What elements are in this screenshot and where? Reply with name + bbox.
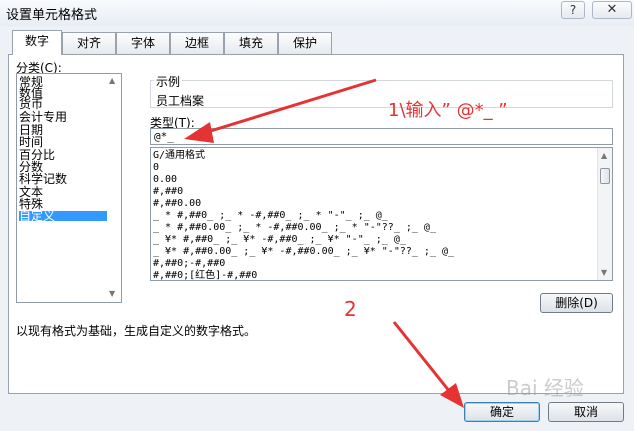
format-item[interactable]: G/通用格式 xyxy=(153,150,205,161)
category-item[interactable]: 日期 xyxy=(19,124,119,136)
scroll-down-icon[interactable]: ▼ xyxy=(109,289,115,298)
category-item[interactable]: 文本 xyxy=(19,186,119,198)
format-item[interactable]: #,##0;-#,##0 xyxy=(153,258,225,269)
format-item[interactable]: #,##0;[红色]-#,##0 xyxy=(153,270,257,280)
category-item[interactable]: 货币 xyxy=(19,98,119,110)
close-button[interactable]: ✕ xyxy=(592,1,632,19)
ok-button[interactable]: 确定 xyxy=(464,402,540,422)
delete-button[interactable]: 删除(D) xyxy=(540,293,613,313)
scroll-down-icon[interactable]: ▼ xyxy=(601,268,607,277)
tab-fill[interactable]: 填充 xyxy=(224,32,278,54)
sample-value: 员工档案 xyxy=(156,94,205,108)
tab-number[interactable]: 数字 xyxy=(12,30,62,55)
category-item[interactable]: 百分比 xyxy=(19,149,119,161)
category-item[interactable]: 分数 xyxy=(19,161,119,173)
format-item[interactable]: _ * #,##0_ ;_ * -#,##0_ ;_ * "-"_ ;_ @_ xyxy=(153,210,388,221)
window-title: 设置单元格格式 xyxy=(6,8,98,23)
annotation-step-1: 1\输入” @*_ ” xyxy=(388,100,508,121)
watermark: Bai 经验 xyxy=(506,376,584,400)
format-item[interactable]: _ ¥* #,##0.00_ ;_ ¥* -#,##0.00_ ;_ ¥* "-… xyxy=(153,246,454,257)
category-item[interactable]: 时间 xyxy=(19,136,119,148)
type-input[interactable]: @*_ xyxy=(150,128,613,145)
sample-box xyxy=(150,80,613,108)
category-item[interactable]: 科学记数 xyxy=(19,173,119,185)
category-item[interactable]: 特殊 xyxy=(19,198,119,210)
category-item-selected[interactable]: 自定义 xyxy=(19,210,119,222)
format-item[interactable]: 0 xyxy=(153,162,159,173)
tab-border[interactable]: 边框 xyxy=(170,32,224,54)
category-item[interactable]: 会计专用 xyxy=(19,111,119,123)
category-list[interactable]: 常规 数值 货币 会计专用 日期 时间 百分比 分数 科学记数 文本 特殊 自定… xyxy=(16,73,122,303)
format-item[interactable]: _ ¥* #,##0_ ;_ ¥* -#,##0_ ;_ ¥* "-"_ ;_ … xyxy=(153,234,406,245)
tab-protection[interactable]: 保护 xyxy=(278,32,332,54)
sample-label: 示例 xyxy=(154,73,183,90)
tab-alignment[interactable]: 对齐 xyxy=(62,32,116,54)
annotation-step-2: 2 xyxy=(344,297,357,321)
scroll-up-icon[interactable]: ▲ xyxy=(109,76,115,85)
category-scrollbar[interactable]: ▲ ▼ xyxy=(107,74,121,302)
format-item[interactable]: _ * #,##0.00_ ;_ * -#,##0.00_ ;_ * "-"??… xyxy=(153,222,436,233)
format-item[interactable]: #,##0 xyxy=(153,186,183,197)
scroll-up-icon[interactable]: ▲ xyxy=(601,151,607,160)
scrollbar-thumb[interactable] xyxy=(600,168,610,184)
description-text: 以现有格式为基础，生成自定义的数字格式。 xyxy=(16,324,257,338)
format-scrollbar[interactable]: ▲ ▼ xyxy=(597,148,612,280)
format-item[interactable]: 0.00 xyxy=(153,174,177,185)
help-button[interactable]: ? xyxy=(561,1,585,19)
tab-font[interactable]: 字体 xyxy=(116,32,170,54)
format-list[interactable]: G/通用格式 0 0.00 #,##0 #,##0.00 _ * #,##0_ … xyxy=(150,147,613,281)
cancel-button[interactable]: 取消 xyxy=(548,402,624,422)
format-item[interactable]: #,##0.00 xyxy=(153,198,201,209)
